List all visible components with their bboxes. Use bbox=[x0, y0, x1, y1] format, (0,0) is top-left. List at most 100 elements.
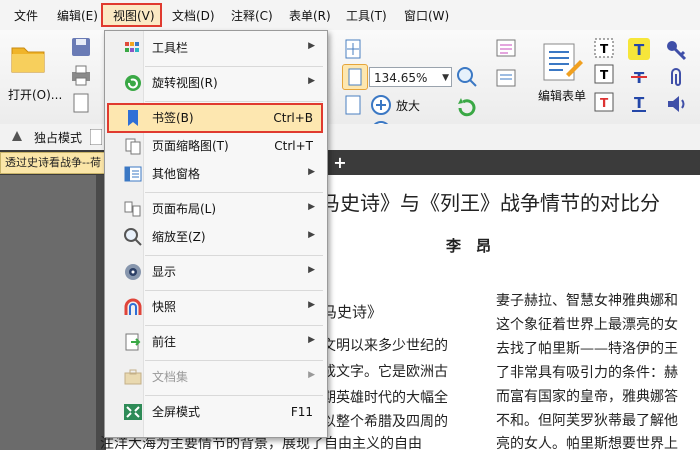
menu-item-page-layout[interactable]: 页面布局(L) ▶ bbox=[105, 195, 327, 223]
menu-item-go-to[interactable]: 前往 ▶ bbox=[105, 328, 327, 356]
fit-width-icon[interactable] bbox=[342, 64, 368, 90]
left-col-line: 成文字。它是欧洲古 bbox=[322, 364, 448, 380]
svg-text:T: T bbox=[600, 96, 609, 110]
submenu-arrow-icon: ▶ bbox=[308, 76, 315, 86]
form-list-icon[interactable] bbox=[495, 66, 521, 90]
menu-item-page-thumbnails[interactable]: 页面缩略图(T) Ctrl+T bbox=[105, 132, 327, 160]
menu-item-label: 页面布局(L) bbox=[152, 202, 217, 216]
zoom-in-label[interactable]: 放大 bbox=[396, 97, 420, 114]
navigation-panel bbox=[0, 175, 106, 450]
left-col-line: 文明以来多少世纪的 bbox=[322, 338, 448, 354]
zoom-value: 134.65% bbox=[374, 71, 428, 85]
open-label[interactable]: 打开(O)... bbox=[8, 86, 62, 103]
edit-form-label[interactable]: 编辑表单 bbox=[538, 87, 586, 104]
menu-item-label: 显示 bbox=[152, 265, 177, 279]
paperclip-icon[interactable] bbox=[664, 66, 688, 90]
callout-icon[interactable]: T bbox=[594, 92, 614, 112]
submenu-arrow-icon: ▶ bbox=[308, 41, 315, 51]
menu-item-bookmarks[interactable]: 书签(B) Ctrl+B bbox=[105, 104, 327, 132]
chevron-down-icon[interactable]: ▼ bbox=[442, 68, 449, 88]
goto-icon bbox=[123, 333, 143, 351]
menu-separator bbox=[145, 192, 323, 193]
menu-item-label: 旋转视图(R) bbox=[152, 76, 218, 90]
menu-window[interactable]: 窗口(W) bbox=[404, 6, 449, 26]
page-layout-icon bbox=[123, 200, 143, 218]
menu-item-toolbars[interactable]: 工具栏 ▶ bbox=[105, 34, 327, 62]
key-icon[interactable] bbox=[664, 38, 688, 62]
document-tab[interactable]: 透过史诗看战争--荷 bbox=[0, 152, 106, 174]
form-field-icon[interactable] bbox=[495, 36, 521, 60]
menu-item-document-set: 文档集 ▶ bbox=[105, 363, 327, 391]
eye-icon bbox=[123, 263, 143, 281]
menu-item-label: 缩放至(Z) bbox=[152, 230, 206, 244]
menu-item-display[interactable]: 显示 ▶ bbox=[105, 258, 327, 286]
magnifier-icon bbox=[123, 228, 143, 246]
menu-view[interactable]: 视图(V) bbox=[113, 6, 155, 26]
page-icon[interactable] bbox=[70, 92, 92, 114]
menu-edit[interactable]: 编辑(E) bbox=[57, 6, 98, 26]
menu-separator bbox=[145, 66, 323, 67]
snapshot-icon bbox=[123, 298, 143, 316]
menu-form[interactable]: 表单(R) bbox=[289, 6, 331, 26]
submenu-arrow-icon: ▶ bbox=[308, 300, 315, 310]
text-field-icon[interactable]: T bbox=[594, 38, 614, 58]
menu-item-label: 其他窗格 bbox=[152, 167, 201, 181]
right-col-line: 了非常具有吸引力的条件：赫 bbox=[496, 365, 678, 381]
print-icon[interactable] bbox=[70, 64, 92, 86]
fit-page-icon[interactable] bbox=[342, 38, 364, 60]
document-author: 李 昂 bbox=[446, 237, 492, 255]
menu-item-rotate-view[interactable]: 旋转视图(R) ▶ bbox=[105, 69, 327, 97]
briefcase-icon bbox=[123, 368, 143, 386]
svg-text:T: T bbox=[600, 68, 609, 82]
menu-item-snapshot[interactable]: 快照 ▶ bbox=[105, 293, 327, 321]
menu-item-label: 全屏模式 bbox=[152, 405, 201, 419]
new-tab-button[interactable]: + bbox=[329, 152, 351, 174]
submenu-arrow-icon: ▶ bbox=[308, 335, 315, 345]
submenu-arrow-icon: ▶ bbox=[308, 202, 315, 212]
menu-comment[interactable]: 注释(C) bbox=[231, 6, 273, 26]
menu-item-label: 前往 bbox=[152, 335, 177, 349]
text-box-icon[interactable]: T bbox=[594, 64, 614, 84]
menu-item-fullscreen[interactable]: 全屏模式 F11 bbox=[105, 398, 327, 426]
menu-item-shortcut: Ctrl+T bbox=[274, 139, 313, 153]
actual-size-icon[interactable] bbox=[342, 94, 364, 116]
menu-item-label: 快照 bbox=[152, 300, 177, 314]
sound-icon[interactable] bbox=[664, 92, 688, 116]
zoom-select[interactable]: 134.65% ▼ bbox=[369, 67, 452, 87]
right-col-line: 妻子赫拉、智慧女神雅典娜和 bbox=[496, 293, 678, 309]
view-menu-dropdown: 工具栏 ▶ 旋转视图(R) ▶ 书签(B) Ctrl+B 页面缩略图(T) Ct… bbox=[104, 30, 328, 438]
section-heading: 马史诗》 bbox=[322, 303, 383, 321]
left-col-line: 以整个希腊及四周的 bbox=[322, 414, 448, 430]
menubar: 文件 编辑(E) 视图(V) 文档(D) 注释(C) 表单(R) 工具(T) 窗… bbox=[0, 0, 700, 31]
menu-item-other-panes[interactable]: 其他窗格 ▶ bbox=[105, 160, 327, 188]
strikeout-icon[interactable]: T bbox=[628, 66, 650, 88]
menu-tools[interactable]: 工具(T) bbox=[346, 6, 387, 26]
right-col-line: 去找了帕里斯——特洛伊的王 bbox=[496, 341, 678, 357]
highlight-text-icon[interactable]: T bbox=[628, 38, 650, 60]
rotate-cw-icon[interactable] bbox=[456, 96, 478, 118]
list-icon[interactable] bbox=[89, 128, 103, 146]
right-col-line: 亮的女人。帕里斯想要世界上 bbox=[496, 436, 678, 452]
underline-icon[interactable]: T bbox=[628, 92, 650, 114]
zoom-in-icon[interactable] bbox=[370, 94, 392, 116]
svg-text:T: T bbox=[634, 94, 645, 112]
exclusive-mode-label[interactable]: 独占模式 bbox=[34, 129, 82, 146]
toolbar-grid-icon bbox=[123, 39, 143, 57]
submenu-arrow-icon: ▶ bbox=[308, 167, 315, 177]
hand-icon[interactable] bbox=[10, 129, 24, 143]
folder-open-icon[interactable] bbox=[10, 40, 46, 74]
left-col-line: 期英雄时代的大幅全 bbox=[322, 390, 448, 406]
menu-item-label: 页面缩略图(T) bbox=[152, 139, 229, 153]
svg-text:T: T bbox=[600, 42, 609, 56]
menu-document[interactable]: 文档(D) bbox=[172, 6, 215, 26]
menu-item-label: 工具栏 bbox=[152, 41, 189, 55]
menu-item-zoom-to[interactable]: 缩放至(Z) ▶ bbox=[105, 223, 327, 251]
edit-form-icon[interactable] bbox=[540, 40, 584, 84]
zoom-in-magnifier-icon[interactable] bbox=[456, 66, 478, 88]
menu-separator bbox=[145, 395, 323, 396]
menu-file[interactable]: 文件 bbox=[14, 6, 38, 26]
svg-text:T: T bbox=[634, 41, 645, 59]
save-icon[interactable] bbox=[70, 36, 92, 58]
thumbnail-icon bbox=[123, 137, 143, 155]
menu-item-shortcut: F11 bbox=[290, 405, 313, 419]
